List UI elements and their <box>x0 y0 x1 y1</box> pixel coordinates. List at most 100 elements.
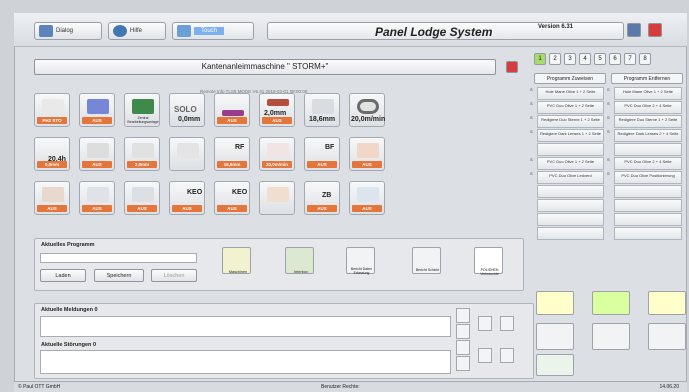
list-item[interactable] <box>537 143 604 156</box>
tab-5[interactable]: 5 <box>594 53 606 65</box>
corner-icon <box>132 143 154 158</box>
grid-icon-16[interactable]: AUS <box>349 137 385 171</box>
fault-up-button[interactable] <box>456 340 470 355</box>
help-button[interactable]: Hilfe <box>108 22 166 40</box>
grid-icon-19[interactable]: AUS <box>124 181 160 215</box>
grid-icon-9[interactable]: 20.4h 0,0mm <box>34 137 70 171</box>
polish-button[interactable]: POLISHEN Verbrauchte <box>474 247 503 276</box>
grid-icon-21[interactable]: KEO AUS <box>214 181 250 215</box>
list-item[interactable] <box>614 227 682 240</box>
touch-button[interactable]: Touch <box>172 22 254 40</box>
grid-icon-1[interactable]: PH2 STO <box>34 93 70 127</box>
grid-icon-18[interactable]: AUS <box>79 181 115 215</box>
list-item[interactable]: PVC Duo Olive Ledverd <box>537 171 604 184</box>
grid-icon-3[interactable]: Zentral Bearbeitungsanlage <box>124 93 160 127</box>
save-button[interactable]: Speichern <box>94 269 144 282</box>
grid-icon-12[interactable] <box>169 137 205 171</box>
list-item[interactable]: Redigiere Duo Sterne 1 + 2 Seite <box>537 115 604 128</box>
program-mode-3-button[interactable] <box>648 291 686 315</box>
help-icon <box>113 25 127 37</box>
list-item[interactable] <box>614 199 682 212</box>
machine-button[interactable]: Maschinen <box>222 247 251 274</box>
machine-close-button[interactable] <box>506 61 518 73</box>
fault-ok-button[interactable] <box>500 348 514 363</box>
tab-8[interactable]: 8 <box>639 53 651 65</box>
user-rights-label: Benutzer Rechte: <box>321 384 360 390</box>
machine-overview-button[interactable] <box>536 354 574 376</box>
messages-field[interactable] <box>40 316 451 337</box>
minimize-button[interactable] <box>627 23 641 37</box>
buffer-icon <box>42 187 64 202</box>
close-button[interactable] <box>648 23 662 37</box>
list-item[interactable] <box>614 143 682 156</box>
list-item[interactable]: PVC Duo Olive Positionierung <box>614 171 682 184</box>
dialog-button[interactable]: Dialog <box>34 22 102 40</box>
grid-icon-24[interactable]: AUS <box>349 181 385 215</box>
faults-field[interactable] <box>40 350 451 374</box>
list-item[interactable]: PVC Duo Olive 2 + 4 Seite <box>614 101 682 114</box>
list-item[interactable]: PVC Duo Olive 1 + 2 Seite <box>537 157 604 170</box>
grid-icon-11[interactable]: 2,0mm <box>124 137 160 171</box>
fault-down-button[interactable] <box>456 356 470 371</box>
list-item[interactable]: Redigiere Duo Sterne 1 + 2 Seite <box>614 115 682 128</box>
list-item[interactable] <box>614 213 682 226</box>
list-item[interactable]: PVC Duo Olive 1 + 2 Seite <box>537 101 604 114</box>
fault-info-button[interactable] <box>478 348 492 363</box>
interbox-button[interactable]: Interbox <box>285 247 314 274</box>
status-bar: © Paul OTT GmbH Benutzer Rechte: 14.06.2… <box>14 381 687 392</box>
feed-icon <box>42 99 64 114</box>
list-item[interactable] <box>537 227 604 240</box>
tab-1[interactable]: 1 <box>534 53 546 65</box>
program-title: Aktuelles Programm <box>41 242 95 248</box>
grid-icon-solo[interactable]: SOLO 0,0mm <box>169 93 205 127</box>
window-title-bar: Panel Lodge System Version 6.31 <box>267 22 624 40</box>
grid-icon-2[interactable]: AUS <box>79 93 115 127</box>
assign-program-button[interactable]: Programm Zuweisen <box>534 73 606 84</box>
empty-slot-icon <box>177 143 199 158</box>
program-name-field[interactable] <box>40 253 197 263</box>
glue-unit-icon <box>87 99 109 114</box>
list-item[interactable] <box>537 213 604 226</box>
message-down-button[interactable] <box>456 324 470 339</box>
list-item[interactable]: Hole Mane Olive 1 + 2 Seite <box>614 87 682 100</box>
forward-button[interactable] <box>592 323 630 350</box>
message-up-button[interactable] <box>456 308 470 323</box>
grid-icon-23[interactable]: ZB AUS <box>304 181 340 215</box>
grid-icon-14[interactable]: 20,0m/min <box>259 137 295 171</box>
grid-icon-17[interactable]: AUS <box>34 181 70 215</box>
message-info-button[interactable] <box>478 316 492 331</box>
rotate-left-button[interactable] <box>536 323 574 350</box>
grid-icon-6[interactable]: 2,0mm AUS <box>259 93 295 127</box>
tab-7[interactable]: 7 <box>624 53 636 65</box>
grid-icon-13[interactable]: RF 18,6mm <box>214 137 250 171</box>
program-mode-2-button[interactable] <box>592 291 630 315</box>
trim-icon <box>87 143 109 158</box>
load-button[interactable]: Laden <box>40 269 86 282</box>
grid-icon-10[interactable]: AUS <box>79 137 115 171</box>
list-item[interactable]: Redigiere Dark Lenses 2 + 4 Seite <box>614 129 682 142</box>
list-item[interactable] <box>537 199 604 212</box>
grid-icon-7[interactable]: 18,6mm <box>304 93 340 127</box>
list-item[interactable] <box>614 185 682 198</box>
remove-program-button[interactable]: Programm Entfernen <box>611 73 683 84</box>
list-item[interactable]: Redigiere Dark Lenses 1 + 2 Seite <box>537 129 604 142</box>
list-item[interactable]: PVC Duo Olive 2 + 4 Seite <box>614 157 682 170</box>
program-tabs: 1 2 3 4 5 6 7 8 <box>534 53 651 65</box>
grid-icon-15[interactable]: BF AUS <box>304 137 340 171</box>
message-ok-button[interactable] <box>500 316 514 331</box>
grid-icon-22[interactable] <box>259 181 295 215</box>
shift-report-button[interactable]: Bericht Schicht <box>412 247 441 274</box>
list-item[interactable] <box>537 185 604 198</box>
delete-button[interactable]: Löschen <box>151 269 197 282</box>
grid-icon-5[interactable]: AUS <box>214 93 250 127</box>
grid-icon-20[interactable]: KEO AUS <box>169 181 205 215</box>
tab-6[interactable]: 6 <box>609 53 621 65</box>
back-button[interactable] <box>648 323 686 350</box>
program-mode-1-button[interactable] <box>536 291 574 315</box>
tab-2[interactable]: 2 <box>549 53 561 65</box>
tab-4[interactable]: 4 <box>579 53 591 65</box>
report-data-button[interactable]: Bericht Daten Erfassung <box>346 247 375 275</box>
grid-icon-8[interactable]: 20,0m/min <box>349 93 385 127</box>
list-item[interactable]: Hole Mane Olive 1 + 2 Seite <box>537 87 604 100</box>
tab-3[interactable]: 3 <box>564 53 576 65</box>
